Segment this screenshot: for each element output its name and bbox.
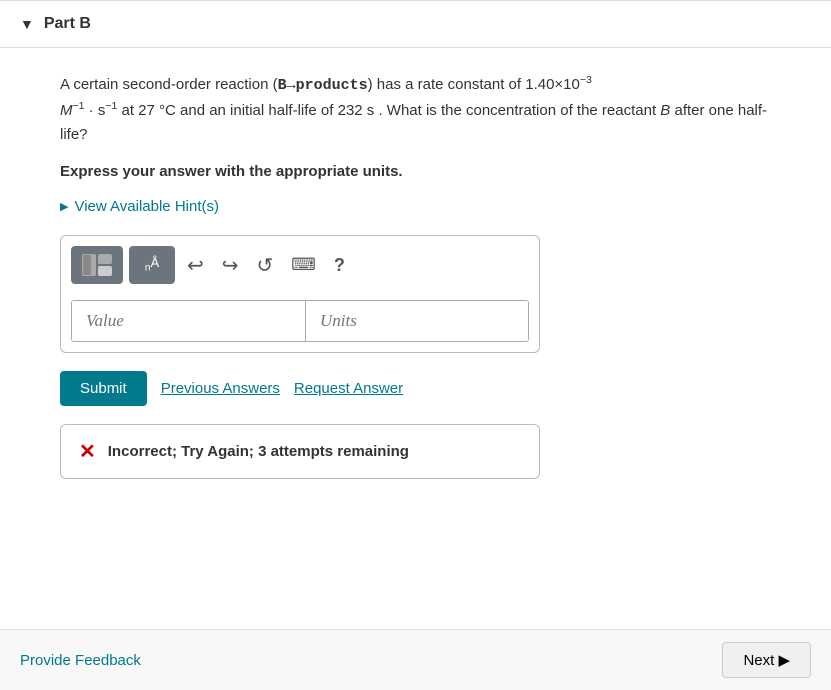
bottom-bar: Provide Feedback Next ▶ (0, 629, 831, 690)
feedback-message: Incorrect; Try Again; 3 attempts remaini… (108, 443, 409, 460)
input-row (71, 300, 529, 342)
toolbar: nÅ ↩ ↪ ↺ ⌨ ? (71, 246, 529, 290)
help-btn[interactable]: ? (328, 251, 351, 280)
help-icon: ? (334, 255, 345, 276)
action-row: Submit Previous Answers Request Answer (60, 371, 771, 406)
value-input[interactable] (72, 301, 306, 341)
express-instruction: Express your answer with the appropriate… (60, 163, 771, 180)
request-answer-button[interactable]: Request Answer (294, 380, 403, 397)
part-title: Part B (44, 15, 91, 33)
text-format-btn[interactable]: nÅ (129, 246, 175, 284)
formula-btn[interactable] (71, 246, 123, 284)
provide-feedback-link[interactable]: Provide Feedback (20, 652, 141, 669)
next-button[interactable]: Next ▶ (722, 642, 811, 678)
answer-box: nÅ ↩ ↪ ↺ ⌨ ? (60, 235, 540, 353)
error-icon: ✕ (79, 439, 96, 464)
part-header: ▼ Part B (0, 0, 831, 48)
units-input[interactable] (306, 301, 529, 341)
question-text: A certain second-order reaction (B→produ… (60, 72, 771, 147)
undo-icon: ↩ (187, 253, 204, 278)
refresh-btn[interactable]: ↺ (251, 249, 280, 282)
text-format-label: nÅ (145, 256, 159, 274)
keyboard-btn[interactable]: ⌨ (285, 251, 322, 279)
formula-icon (82, 254, 112, 276)
hint-link[interactable]: View Available Hint(s) (60, 198, 771, 215)
undo-btn[interactable]: ↩ (181, 249, 210, 282)
content-area: A certain second-order reaction (B→produ… (0, 48, 831, 499)
redo-btn[interactable]: ↪ (216, 249, 245, 282)
refresh-icon: ↺ (257, 253, 274, 278)
redo-icon: ↪ (222, 253, 239, 278)
collapse-arrow[interactable]: ▼ (20, 16, 34, 32)
submit-button[interactable]: Submit (60, 371, 147, 406)
keyboard-icon: ⌨ (291, 255, 316, 275)
previous-answers-button[interactable]: Previous Answers (161, 380, 280, 397)
feedback-box: ✕ Incorrect; Try Again; 3 attempts remai… (60, 424, 540, 479)
